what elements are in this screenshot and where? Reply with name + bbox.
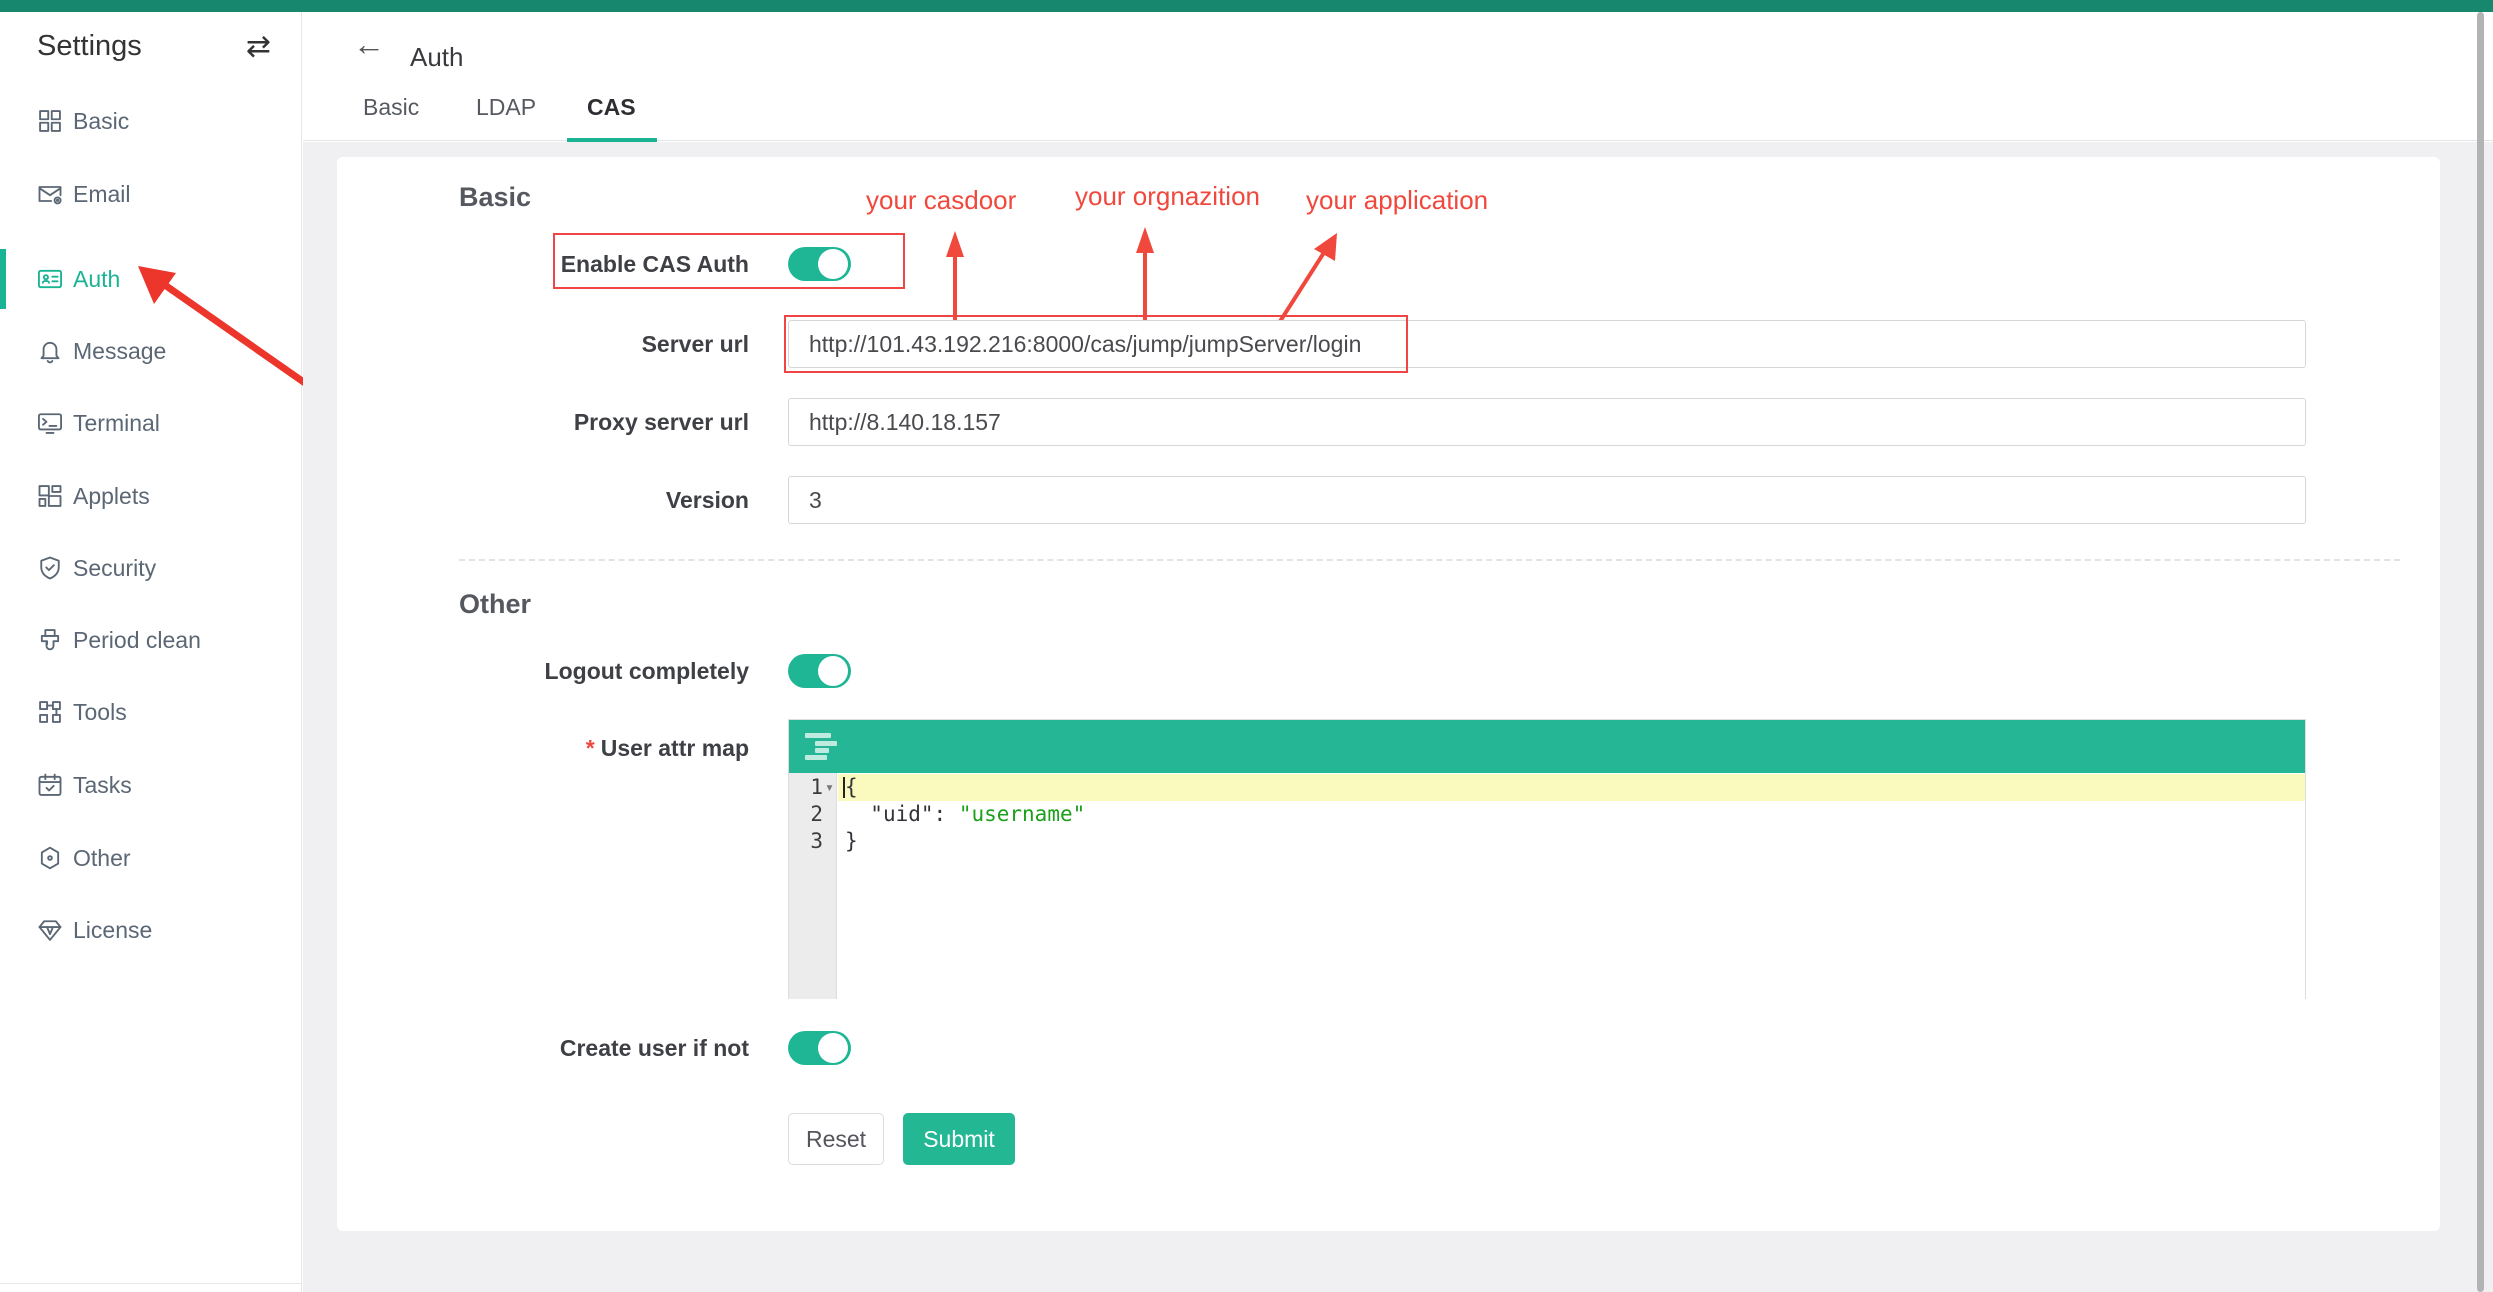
code-text: "uid": "username" — [845, 801, 1085, 828]
toggle-knob — [818, 656, 848, 686]
submit-button[interactable]: Submit — [903, 1113, 1015, 1165]
logout-completely-toggle[interactable] — [788, 654, 851, 688]
settings-page: Settings ⇄ Basic Email Auth Message Term… — [0, 0, 2493, 1292]
active-line-highlight — [838, 774, 2305, 801]
code-line-3[interactable]: 3 } — [789, 828, 2305, 855]
line-number: 1 — [789, 774, 823, 801]
annotation-arrow-casdoor — [943, 229, 967, 325]
section-other-title: Other — [459, 589, 531, 620]
sidebar-footer-divider — [0, 1283, 302, 1284]
page-header: ← Auth Basic LDAP CAS — [303, 12, 2493, 141]
sidebar-title: Settings — [37, 30, 142, 63]
proxy-server-url-input[interactable]: http://8.140.18.157 — [788, 398, 2306, 446]
fold-arrow-icon[interactable]: ▾ — [825, 774, 834, 801]
sidebar-item-tasks[interactable]: Tasks — [0, 755, 302, 815]
logout-completely-label: Logout completely — [337, 658, 749, 685]
tab-basic[interactable]: Basic — [363, 94, 419, 121]
version-input[interactable]: 3 — [788, 476, 2306, 524]
sidebar-item-license[interactable]: License — [0, 900, 302, 960]
applets-grid-icon — [36, 482, 64, 510]
vertical-scrollbar[interactable] — [2477, 12, 2484, 1292]
sidebar-item-email[interactable]: Email — [0, 164, 302, 224]
sidebar-header: Settings ⇄ — [0, 12, 301, 82]
gem-icon — [36, 916, 64, 944]
annotation-arrow-auth — [130, 255, 325, 400]
sidebar-item-tools[interactable]: Tools — [0, 682, 302, 742]
toggle-knob — [818, 1033, 848, 1063]
line-number: 3 — [789, 828, 823, 855]
sidebar-item-applets[interactable]: Applets — [0, 466, 302, 526]
sidebar-item-terminal[interactable]: Terminal — [0, 393, 302, 453]
code-line-2[interactable]: 2 "uid": "username" — [789, 801, 2305, 828]
version-label: Version — [337, 487, 749, 514]
user-attr-map-editor[interactable]: 1 ▾ { 2 "uid": "username" 3 } — [788, 719, 2306, 999]
annotation-your-casdoor: your casdoor — [866, 185, 1016, 216]
code-text: } — [845, 828, 858, 855]
bell-icon — [36, 337, 64, 365]
content-area: Basic Enable CAS Auth your casdoor your … — [303, 142, 2493, 1292]
terminal-icon — [36, 409, 64, 437]
back-arrow-icon[interactable]: ← — [353, 26, 385, 63]
calendar-check-icon — [36, 771, 64, 799]
server-url-label: Server url — [337, 331, 749, 358]
user-attr-map-label: *User attr map — [337, 735, 749, 762]
settings-sidebar: Settings ⇄ Basic Email Auth Message Term… — [0, 12, 302, 1292]
gear-icon — [36, 844, 64, 872]
sidebar-item-other[interactable]: Other — [0, 828, 302, 888]
tab-ldap[interactable]: LDAP — [476, 94, 536, 121]
section-basic-title: Basic — [459, 182, 531, 213]
code-line-1[interactable]: 1 ▾ { — [789, 774, 2305, 801]
required-asterisk: * — [586, 735, 595, 761]
shield-check-icon — [36, 554, 64, 582]
editor-toolbar — [789, 720, 2305, 773]
id-card-icon — [36, 265, 64, 293]
create-user-if-not-toggle[interactable] — [788, 1031, 851, 1065]
annotation-your-application: your application — [1306, 185, 1488, 216]
editor-body[interactable]: 1 ▾ { 2 "uid": "username" 3 } — [789, 773, 2305, 999]
annotation-arrow-application — [1267, 229, 1349, 327]
create-user-if-not-label: Create user if not — [337, 1035, 749, 1062]
reset-button[interactable]: Reset — [788, 1113, 884, 1165]
code-text: { — [845, 774, 858, 801]
line-number: 2 — [789, 801, 823, 828]
page-title: Auth — [410, 42, 464, 73]
annotation-box-enable-cas — [553, 233, 905, 289]
annotation-your-orgnazition: your orgnazition — [1075, 181, 1260, 212]
tools-grid-icon — [36, 698, 64, 726]
cas-settings-card: Basic Enable CAS Auth your casdoor your … — [337, 157, 2440, 1231]
sidebar-item-security[interactable]: Security — [0, 538, 302, 598]
sidebar-item-period-clean[interactable]: Period clean — [0, 610, 302, 670]
annotation-box-server-url — [784, 315, 1408, 373]
brush-icon — [36, 626, 64, 654]
proxy-server-url-label: Proxy server url — [337, 409, 749, 436]
collapse-sidebar-icon[interactable]: ⇄ — [246, 30, 271, 64]
section-divider — [459, 559, 2400, 561]
grid-icon — [36, 107, 64, 135]
sidebar-item-basic[interactable]: Basic — [0, 91, 302, 151]
tab-cas[interactable]: CAS — [587, 94, 636, 121]
annotation-arrow-orgnazition — [1133, 225, 1157, 325]
auto-format-icon[interactable] — [803, 733, 843, 760]
top-brand-bar — [0, 0, 2493, 12]
mail-gear-icon — [36, 180, 64, 208]
